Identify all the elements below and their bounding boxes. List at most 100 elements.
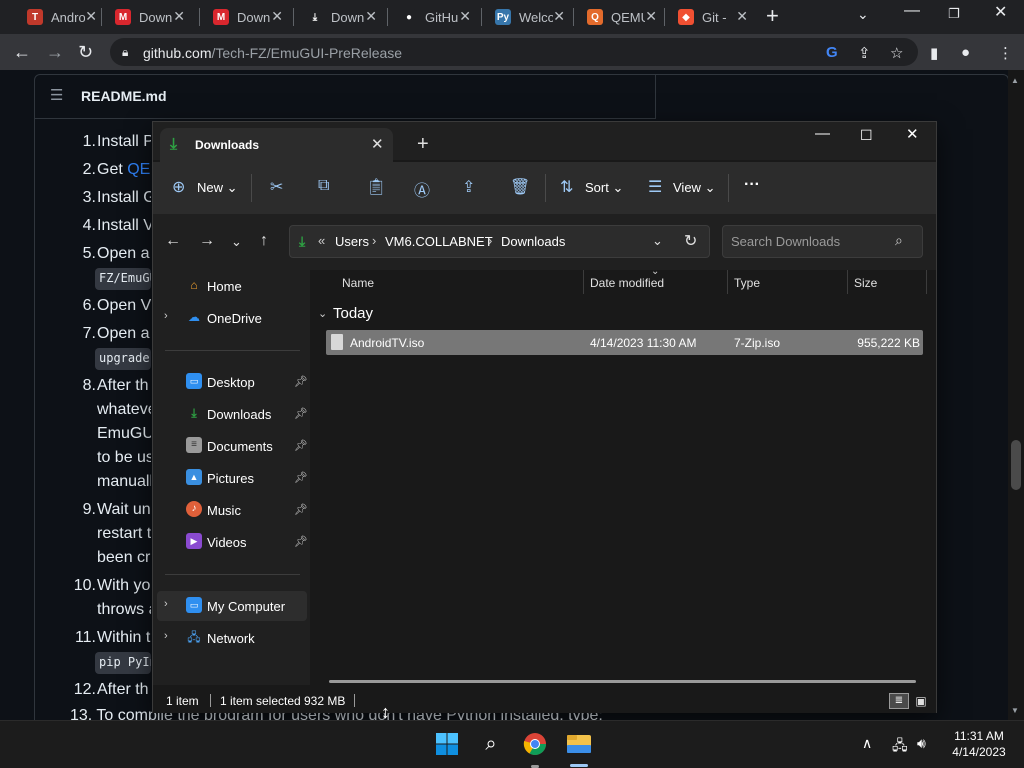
cut-icon[interactable]: ✂: [270, 177, 283, 197]
pin-icon[interactable]: 📌︎: [294, 471, 308, 484]
paste-icon[interactable]: 📋︎: [366, 177, 386, 197]
nav-item-music[interactable]: ♪ Music 📌︎: [157, 495, 308, 525]
forward-arrow-icon[interactable]: →: [46, 43, 64, 61]
breadcrumb-user-folder[interactable]: VM6.COLLABNET: [385, 234, 493, 249]
new-plus-icon[interactable]: ⊕: [172, 177, 185, 197]
details-view-icon[interactable]: ≣: [889, 693, 909, 709]
explorer-close-icon[interactable]: ✕: [906, 125, 919, 143]
breadcrumb-separator-icon[interactable]: ›: [372, 233, 376, 248]
expand-chevron-icon[interactable]: ›: [164, 310, 168, 322]
group-header[interactable]: Today: [333, 305, 373, 322]
address-dropdown-chevron-icon[interactable]: ⌄: [652, 233, 663, 249]
tab-close-icon[interactable]: ✕: [553, 8, 565, 25]
overflow-chevron-icon[interactable]: «: [318, 233, 325, 248]
horizontal-scrollbar[interactable]: [329, 680, 916, 683]
show-hidden-icons-chevron-icon[interactable]: ∧: [862, 735, 872, 752]
column-header-name[interactable]: Name: [342, 276, 374, 290]
sort-icon[interactable]: ⇅: [560, 177, 573, 197]
pin-icon[interactable]: 📌︎: [294, 375, 308, 388]
pin-icon[interactable]: 📌︎: [294, 503, 308, 516]
nav-item-onedrive[interactable]: › ☁ OneDrive: [157, 303, 307, 333]
large-icons-view-icon[interactable]: ▣: [913, 693, 929, 709]
page-scrollbar[interactable]: [1008, 70, 1024, 720]
browser-tab[interactable]: ◆ Git - ✕: [668, 4, 754, 30]
lock-icon[interactable]: 🔒︎: [122, 45, 128, 60]
nav-item-desktop[interactable]: ▭ Desktop 📌︎: [157, 367, 308, 397]
explorer-minimize-icon[interactable]: —: [815, 125, 830, 142]
nav-item-videos[interactable]: ▶ Videos 📌︎: [157, 527, 308, 557]
group-collapse-chevron-icon[interactable]: ⌄: [318, 307, 327, 320]
browser-tab[interactable]: Q QEMU✕: [577, 4, 663, 30]
back-arrow-icon[interactable]: ←: [13, 43, 31, 61]
delete-icon[interactable]: 🗑︎: [510, 177, 530, 197]
view-icon[interactable]: ☰: [648, 177, 662, 197]
tab-close-icon[interactable]: ✕: [271, 8, 283, 25]
file-explorer-icon[interactable]: [565, 730, 593, 758]
nav-item-my-computer[interactable]: › ▭ My Computer: [157, 591, 307, 621]
tab-close-icon[interactable]: ✕: [459, 8, 471, 25]
column-header-date[interactable]: Date modified: [590, 276, 664, 290]
rename-icon[interactable]: Ⓐ: [414, 177, 430, 201]
share-icon[interactable]: ⇪: [462, 177, 475, 197]
scroll-down-icon[interactable]: ▼: [1011, 706, 1019, 715]
readme-title[interactable]: README.md: [81, 88, 167, 104]
refresh-icon[interactable]: ↻: [684, 231, 697, 251]
clock-time[interactable]: 11:31 AM: [950, 729, 1008, 743]
breadcrumb-downloads[interactable]: Downloads: [501, 234, 565, 249]
browser-tab[interactable]: T Andro ✕: [17, 4, 103, 30]
tab-close-icon[interactable]: ✕: [365, 8, 377, 25]
nav-item-pictures[interactable]: ▲ Pictures 📌︎: [157, 463, 308, 493]
pin-icon[interactable]: 📌︎: [294, 439, 308, 452]
more-options-button[interactable]: ···: [744, 176, 760, 194]
column-divider[interactable]: [583, 270, 584, 294]
tab-search-chevron-icon[interactable]: ⌄: [857, 6, 869, 23]
reload-icon[interactable]: ↻: [78, 43, 93, 61]
clock-date[interactable]: 4/14/2023: [948, 745, 1010, 759]
bookmark-star-icon[interactable]: ☆: [890, 44, 903, 62]
restore-icon[interactable]: ❐: [948, 6, 960, 22]
nav-item-network[interactable]: › 🖧︎ Network: [157, 623, 307, 653]
browser-tab[interactable]: Py Welco ✕: [485, 4, 571, 30]
tab-close-icon[interactable]: ✕: [371, 135, 384, 153]
tab-close-icon[interactable]: ✕: [173, 8, 185, 25]
view-button[interactable]: View ⌄: [673, 180, 715, 196]
browser-tab[interactable]: ⤓ Down ✕: [297, 4, 383, 30]
copy-icon[interactable]: ⧉: [318, 177, 329, 195]
explorer-maximize-icon[interactable]: ☐: [860, 127, 873, 144]
minimize-icon[interactable]: —: [904, 2, 920, 20]
column-divider[interactable]: [847, 270, 848, 294]
new-tab-button[interactable]: +: [766, 4, 779, 28]
chrome-icon[interactable]: [521, 730, 549, 758]
menu-dots-icon[interactable]: ⋮: [998, 44, 1013, 62]
up-arrow-icon[interactable]: ↑: [260, 232, 268, 250]
file-name[interactable]: AndroidTV.iso: [350, 336, 424, 350]
nav-item-downloads[interactable]: ⤓ Downloads 📌︎: [157, 399, 308, 429]
browser-tab[interactable]: M Down ✕: [203, 4, 289, 30]
pin-icon[interactable]: 📌︎: [294, 407, 308, 420]
list-outline-icon[interactable]: ☰: [50, 86, 63, 104]
windows-start-icon[interactable]: [433, 730, 461, 758]
step-link[interactable]: QEM: [127, 161, 151, 178]
url-text[interactable]: github.com/Tech-FZ/EmuGUI-PreRelease: [143, 45, 402, 61]
forward-arrow-icon[interactable]: →: [199, 232, 215, 250]
tab-close-icon[interactable]: ✕: [85, 8, 97, 25]
breadcrumb-users[interactable]: Users: [335, 234, 369, 249]
browser-tab[interactable]: ● GitHu ✕: [391, 4, 477, 30]
column-divider[interactable]: [727, 270, 728, 294]
scrollbar-thumb[interactable]: [1011, 440, 1021, 490]
side-panel-icon[interactable]: ▮: [930, 44, 938, 62]
share-icon[interactable]: ⇪: [858, 44, 871, 62]
column-header-size[interactable]: Size: [854, 276, 877, 290]
close-icon[interactable]: ✕: [994, 2, 1007, 22]
new-button[interactable]: New ⌄: [197, 180, 238, 196]
browser-tab[interactable]: M Down ✕: [105, 4, 191, 30]
tab-close-icon[interactable]: ✕: [736, 8, 748, 25]
pin-icon[interactable]: 📌︎: [294, 535, 308, 548]
nav-item-home[interactable]: ⌂ Home: [157, 271, 307, 301]
tab-close-icon[interactable]: ✕: [645, 8, 657, 25]
back-arrow-icon[interactable]: ←: [165, 232, 181, 250]
breadcrumb-separator-icon[interactable]: ›: [488, 233, 492, 248]
network-icon[interactable]: 🖧︎: [892, 735, 908, 759]
explorer-new-tab-icon[interactable]: +: [417, 133, 429, 156]
expand-chevron-icon[interactable]: ›: [164, 630, 168, 642]
